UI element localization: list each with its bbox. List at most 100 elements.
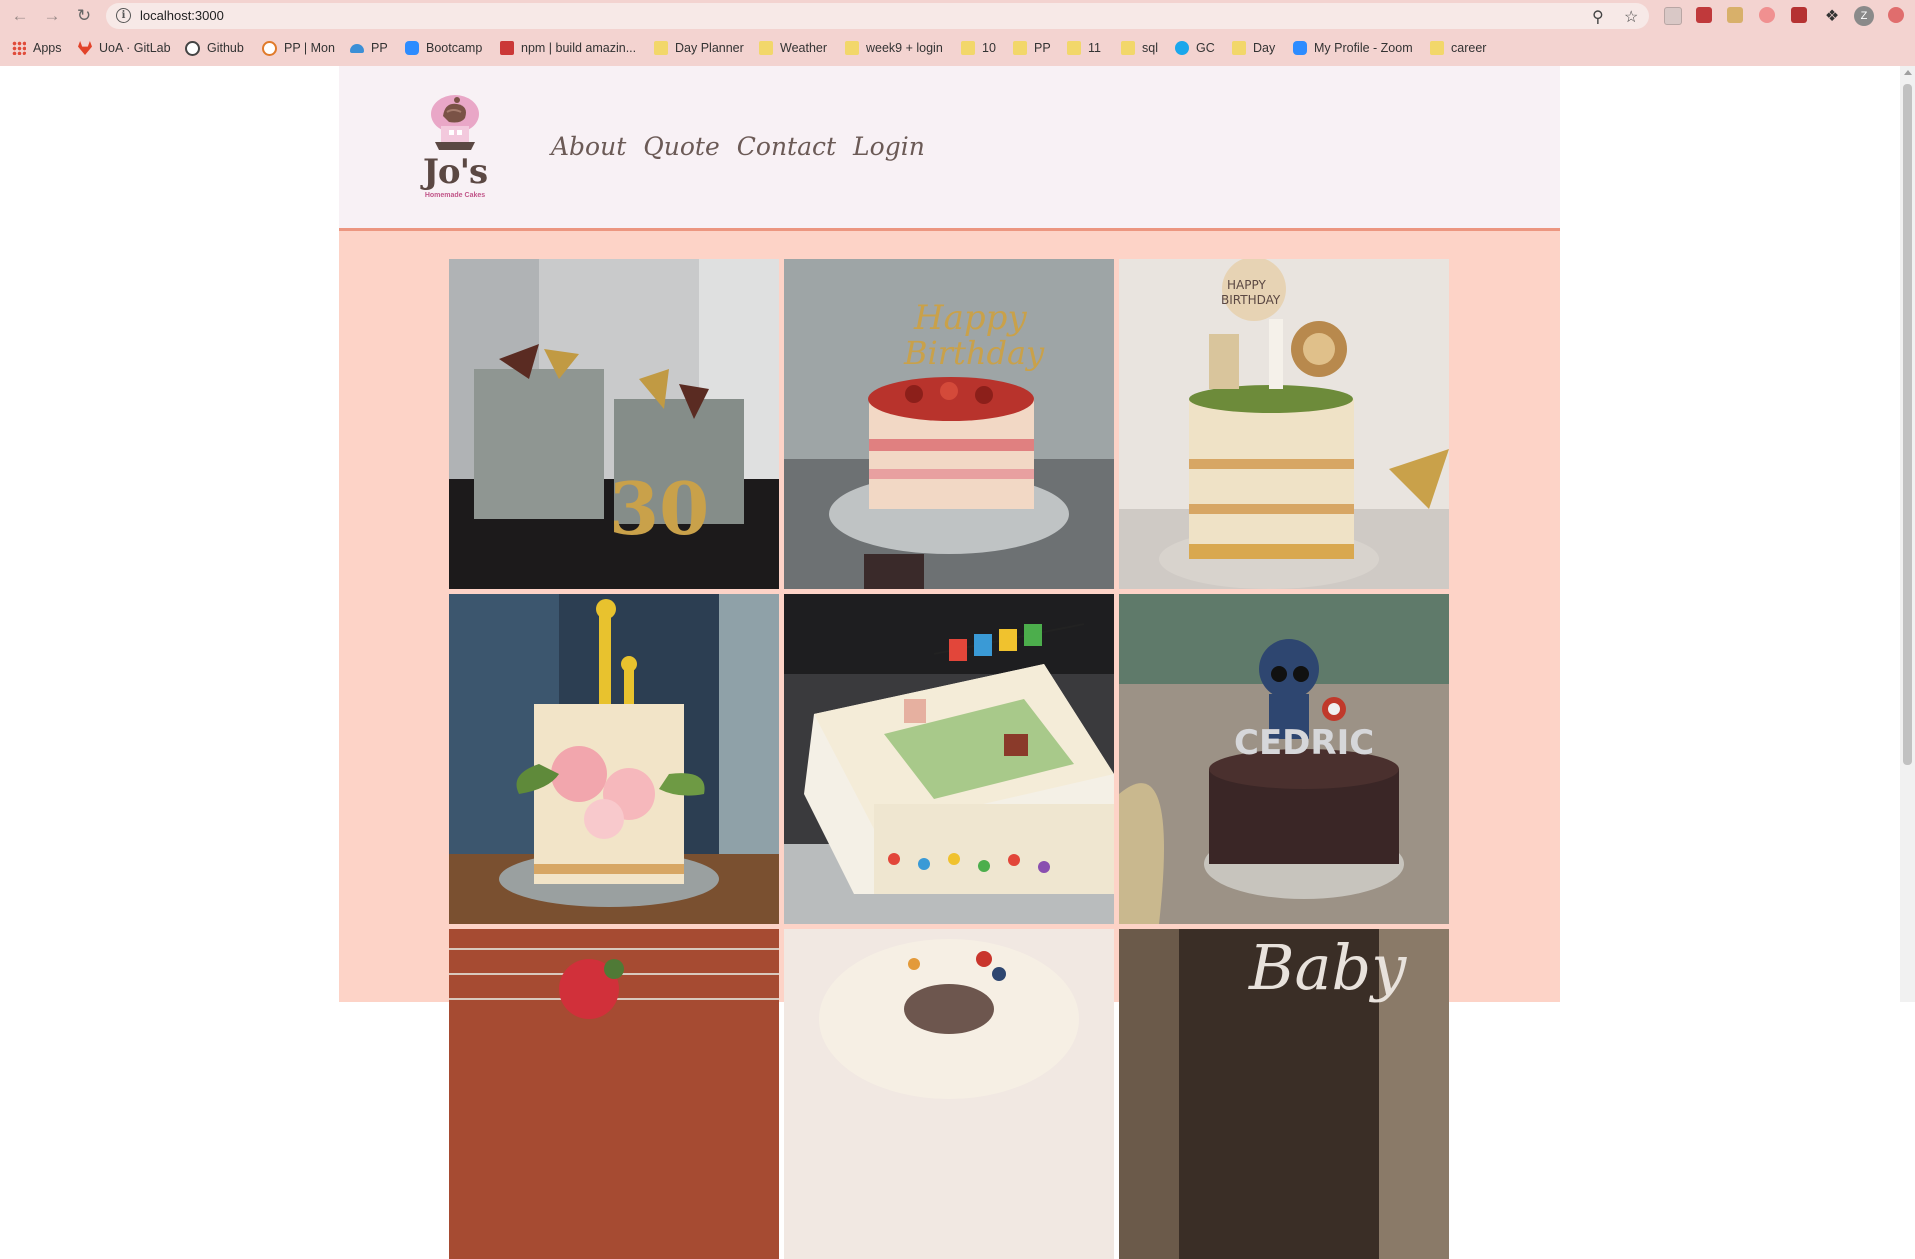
scroll-up-icon[interactable] <box>1904 70 1912 75</box>
bookmark-npm[interactable]: npm | build amazin... <box>500 39 636 57</box>
browser-chrome: ← → ↻ i localhost:3000 ⚲ ☆ ❖ Z Apps UoA … <box>0 0 1915 66</box>
profile-avatar[interactable]: Z <box>1854 6 1874 26</box>
screenshot-extension-icon[interactable] <box>1791 7 1807 23</box>
reader-extension-icon[interactable] <box>1664 7 1682 25</box>
bookmark-apps[interactable]: Apps <box>12 39 62 57</box>
bookmark-pp[interactable]: PP <box>350 39 388 57</box>
bookmark-week9[interactable]: week9 + login <box>845 39 943 57</box>
bookmark-zoom-profile[interactable]: My Profile - Zoom <box>1293 39 1413 57</box>
browser-toolbar: ← → ↻ i localhost:3000 ⚲ ☆ ❖ Z <box>0 0 1915 32</box>
bookmark-label: 11 <box>1088 41 1101 55</box>
zoom-icon <box>405 41 419 55</box>
extensions-puzzle-icon[interactable]: ❖ <box>1821 5 1843 27</box>
bookmark-label: sql <box>1142 41 1158 55</box>
bookmark-label: Day <box>1253 41 1276 55</box>
site-container: Jo's Homemade Cakes About Quote Contact … <box>339 66 1560 1259</box>
bookmark-label: My Profile - Zoom <box>1314 41 1413 55</box>
cake-image-first-birthday-safari[interactable]: HAPPY BIRTHDAY <box>1119 259 1449 589</box>
address-bar[interactable]: i localhost:3000 ⚲ ☆ <box>106 3 1649 29</box>
page-viewport: Jo's Homemade Cakes About Quote Contact … <box>0 66 1915 1259</box>
zoom-icon <box>1293 41 1307 55</box>
forward-icon[interactable]: → <box>41 5 63 27</box>
svg-text:CEDRIC: CEDRIC <box>1234 723 1374 763</box>
back-icon[interactable]: ← <box>9 5 31 27</box>
bookmark-label: Day Planner <box>675 41 744 55</box>
bookmarks-bar: Apps UoA · GitLab Github PP | Mon PP Boo… <box>0 34 1915 62</box>
folder-icon <box>654 41 668 55</box>
svg-text:Baby: Baby <box>1248 931 1407 1004</box>
bookmark-day-planner[interactable]: Day Planner <box>654 39 744 57</box>
site-icon <box>262 40 277 56</box>
bookmark-pp-mon[interactable]: PP | Mon <box>262 39 335 57</box>
bookmark-label: Weather <box>780 41 828 55</box>
bookmark-pp-folder[interactable]: PP <box>1013 39 1051 57</box>
folder-icon <box>1121 41 1135 55</box>
page-scrollbar[interactable] <box>1900 66 1915 1002</box>
bookmark-gitlab[interactable]: UoA · GitLab <box>78 39 171 57</box>
ublock-extension-icon[interactable] <box>1696 7 1712 23</box>
cake-image-baby[interactable]: Baby <box>1119 929 1449 1259</box>
svg-text:Happy: Happy <box>913 298 1027 338</box>
logo-text: Jo's <box>422 152 488 192</box>
site-header: Jo's Homemade Cakes About Quote Contact … <box>339 66 1560 231</box>
gc-icon <box>1175 41 1189 55</box>
bookmark-label: UoA · GitLab <box>99 41 171 55</box>
bookmark-10[interactable]: 10 <box>961 39 996 57</box>
apps-grid-icon <box>12 41 26 55</box>
cake-image-farm-sheet-cake[interactable] <box>784 594 1114 924</box>
cake-image-fruit-ring[interactable] <box>784 929 1114 1259</box>
cake-image-captain-america[interactable]: CEDRIC <box>1119 594 1449 924</box>
folder-icon <box>1430 41 1444 55</box>
cake-image-30th[interactable]: 30 <box>449 259 779 589</box>
cake-image-happy-birthday-strawberry[interactable]: Happy Birthday <box>784 259 1114 589</box>
folder-icon <box>1232 41 1246 55</box>
svg-text:BIRTHDAY: BIRTHDAY <box>1221 293 1281 307</box>
bookmark-sql[interactable]: sql <box>1121 39 1158 57</box>
cloud-icon <box>350 43 364 53</box>
logo[interactable]: Jo's Homemade Cakes <box>405 94 505 202</box>
bookmark-day[interactable]: Day <box>1232 39 1275 57</box>
cake-image-protea-flowers[interactable] <box>449 929 779 1259</box>
bookmark-label: GC <box>1196 41 1215 55</box>
svg-text:Birthday: Birthday <box>903 334 1045 372</box>
site-info-icon[interactable]: i <box>116 8 131 23</box>
gitlab-icon <box>78 41 92 55</box>
nav-quote[interactable]: Quote <box>643 132 720 161</box>
bookmark-11[interactable]: 11 <box>1067 39 1101 57</box>
folder-icon <box>759 41 773 55</box>
bookmark-label: career <box>1451 41 1487 55</box>
nav-contact[interactable]: Contact <box>737 132 836 161</box>
github-icon <box>185 40 200 56</box>
bookmark-gc[interactable]: GC <box>1175 39 1215 57</box>
bookmark-career[interactable]: career <box>1430 39 1486 57</box>
nav-about[interactable]: About <box>551 132 626 161</box>
record-extension-icon[interactable] <box>1759 7 1775 23</box>
npm-icon <box>500 41 514 55</box>
logo-subtitle: Homemade Cakes <box>424 192 486 199</box>
zoom-magnifier-icon[interactable]: ⚲ <box>1592 7 1604 27</box>
folder-icon <box>845 41 859 55</box>
nav-login[interactable]: Login <box>853 132 925 161</box>
update-icon[interactable] <box>1888 7 1904 23</box>
folder-icon <box>1013 41 1027 55</box>
svg-text:HAPPY: HAPPY <box>1227 278 1266 292</box>
bookmark-bootcamp[interactable]: Bootcamp <box>405 39 482 57</box>
bookmark-weather[interactable]: Weather <box>759 39 827 57</box>
cake-image-floral-couple[interactable] <box>449 594 779 924</box>
json-extension-icon[interactable] <box>1727 7 1743 23</box>
bookmark-label: PP <box>1034 41 1051 55</box>
bookmark-label: 10 <box>982 41 996 55</box>
address-url[interactable]: localhost:3000 <box>140 8 224 23</box>
bookmark-label: npm | build amazin... <box>521 41 637 55</box>
bookmark-label: Bootcamp <box>426 41 483 55</box>
folder-icon <box>1067 41 1081 55</box>
bookmark-label: PP <box>371 41 388 55</box>
bookmark-star-icon[interactable]: ☆ <box>1624 7 1638 27</box>
bookmark-label: Github <box>207 41 244 55</box>
reload-icon[interactable]: ↻ <box>73 5 95 27</box>
bookmark-label: Apps <box>33 41 62 55</box>
scrollbar-thumb[interactable] <box>1903 84 1912 765</box>
bookmark-github[interactable]: Github <box>185 39 244 57</box>
svg-text:30: 30 <box>609 466 709 551</box>
main-nav: About Quote Contact Login <box>551 132 925 161</box>
